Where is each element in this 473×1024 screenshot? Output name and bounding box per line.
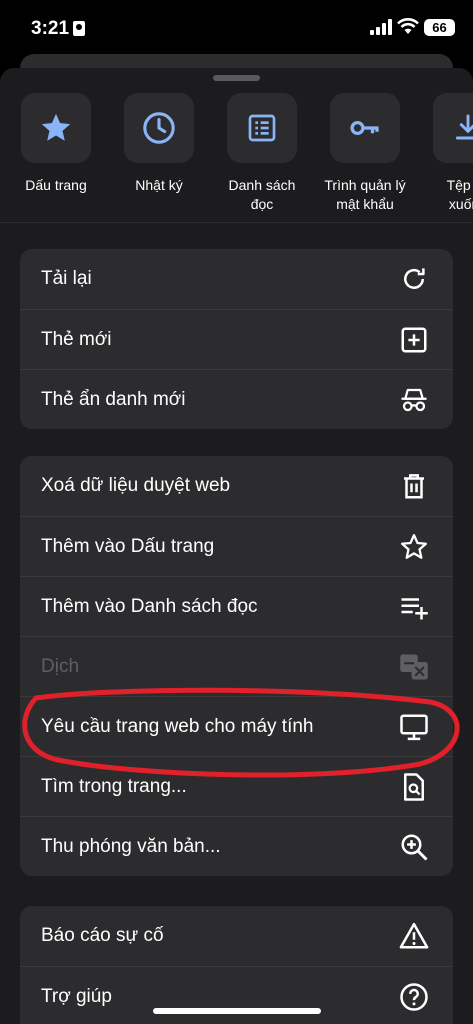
zoom-in-icon [401, 834, 428, 861]
star-icon [41, 113, 71, 141]
contact-card-icon [73, 21, 85, 36]
shortcut-label: Trình quản lý mật khẩu [324, 177, 406, 212]
section-divider [0, 222, 473, 223]
shortcut-label: Dấu trang [25, 177, 87, 193]
menu-item-incognito-tab[interactable]: Thẻ ẩn danh mới [20, 369, 453, 429]
shortcut-password-manager[interactable]: Trình quản lý mật khẩu [313, 93, 417, 214]
menu-item-add-bookmark[interactable]: Thêm vào Dấu trang [20, 516, 453, 576]
battery-indicator: 66 [424, 19, 455, 36]
star-outline-icon [401, 533, 427, 559]
add-to-list-icon [401, 597, 428, 619]
clock-icon [143, 112, 175, 144]
menu-item-find-in-page[interactable]: Tìm trong trang... [20, 756, 453, 816]
shortcut-label: Danh sách đọc [228, 177, 296, 212]
status-bar: 3:21 66 [0, 0, 473, 56]
menu-item-report-issue[interactable]: Báo cáo sự cố [20, 906, 453, 966]
menu-item-add-reading-list[interactable]: Thêm vào Danh sách đọc [20, 576, 453, 636]
menu-item-clear-browsing-data[interactable]: Xoá dữ liệu duyệt web [20, 456, 453, 516]
menu-item-zoom-text[interactable]: Thu phóng văn bản... [20, 816, 453, 876]
shortcut-history[interactable]: Nhật ký [114, 93, 204, 195]
reading-list-icon [248, 114, 276, 142]
desktop-icon [400, 714, 428, 740]
sheet-grabber[interactable] [213, 75, 260, 81]
translate-icon [400, 654, 428, 679]
find-in-page-icon [404, 772, 424, 801]
help-icon [400, 982, 428, 1011]
status-time: 3:21 [31, 18, 70, 39]
key-icon [350, 120, 379, 136]
menu-group-page-actions: Xoá dữ liệu duyệt web Thêm vào Dấu trang… [20, 456, 453, 876]
menu-item-request-desktop-site[interactable]: Yêu cầu trang web cho máy tính [20, 696, 453, 756]
home-indicator [153, 1008, 321, 1014]
new-tab-icon [401, 327, 427, 352]
reload-icon [404, 268, 425, 289]
warning-icon [399, 922, 429, 949]
wifi-icon [397, 18, 419, 34]
menu-group-navigation: Tải lại Thẻ mới Thẻ ẩn danh mới [20, 249, 453, 429]
incognito-icon [401, 388, 427, 411]
trash-icon [404, 474, 424, 499]
shortcut-downloads[interactable]: Tệp tải xuống [423, 93, 473, 214]
menu-item-reload[interactable]: Tải lại [20, 249, 453, 309]
shortcut-label: Nhật ký [135, 177, 183, 193]
cellular-signal-icon [370, 19, 392, 35]
menu-group-support: Báo cáo sự cố Trợ giúp [20, 906, 453, 1024]
shortcut-reading-list[interactable]: Danh sách đọc [217, 93, 307, 214]
download-icon [455, 114, 473, 140]
menu-item-translate[interactable]: Dịch [20, 636, 453, 696]
menu-item-help[interactable]: Trợ giúp [20, 966, 453, 1024]
menu-item-new-tab[interactable]: Thẻ mới [20, 309, 453, 369]
shortcut-bookmarks[interactable]: Dấu trang [11, 93, 101, 195]
shortcut-label: Tệp tải xuống [446, 177, 473, 212]
